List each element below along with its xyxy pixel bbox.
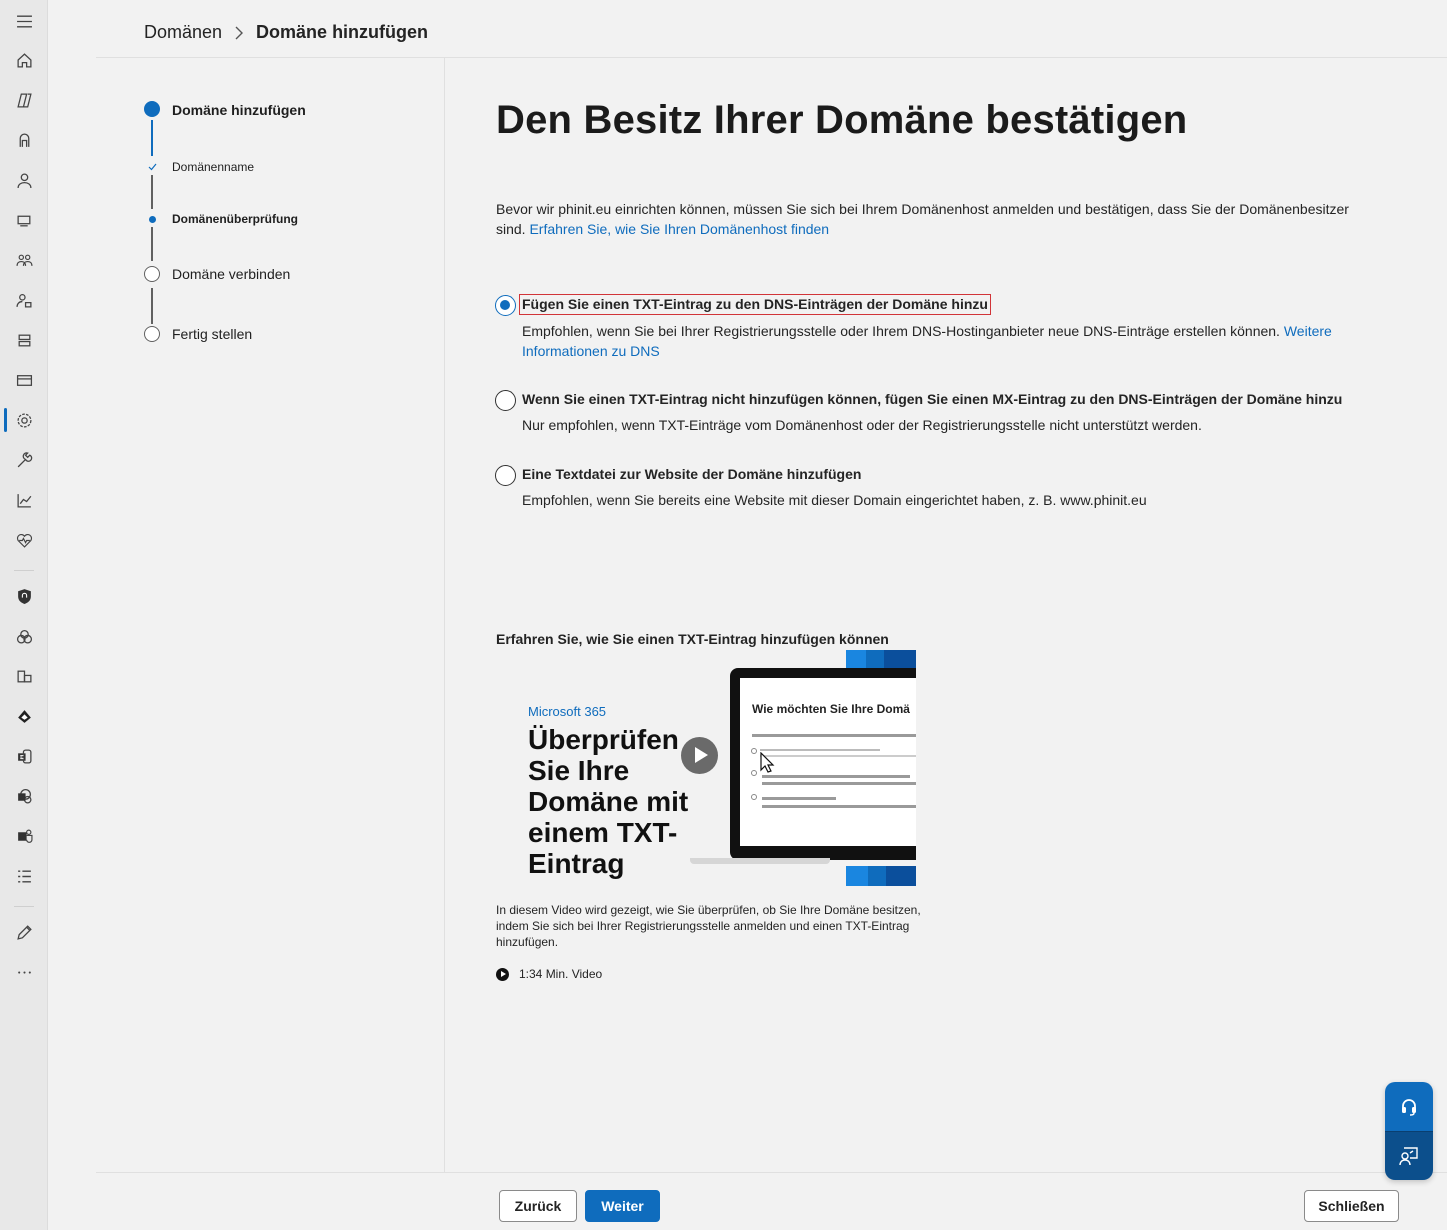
- find-domain-host-link[interactable]: Erfahren Sie, wie Sie Ihren Domänenhost …: [529, 221, 829, 237]
- endpoint-icon[interactable]: [12, 664, 36, 688]
- stepper-connector: [151, 120, 153, 156]
- rail-separator: [14, 570, 34, 571]
- devices-icon[interactable]: [12, 208, 36, 232]
- play-icon[interactable]: [681, 737, 718, 774]
- radio-txt-record[interactable]: [495, 295, 516, 316]
- option-title[interactable]: Wenn Sie einen TXT-Eintrag nicht hinzufü…: [522, 391, 1342, 407]
- setup-icon[interactable]: [12, 448, 36, 472]
- roles-icon[interactable]: [12, 288, 36, 312]
- step-pending-marker: [144, 326, 160, 342]
- groups-icon[interactable]: [12, 248, 36, 272]
- stepper-connector: [151, 227, 153, 261]
- video-heading: Erfahren Sie, wie Sie einen TXT-Eintrag …: [496, 631, 889, 647]
- video-description: In diesem Video wird gezeigt, wie Sie üb…: [496, 903, 921, 949]
- play-circle-icon: [496, 967, 509, 981]
- option-description: Nur empfohlen, wenn TXT-Einträge vom Dom…: [522, 417, 1202, 433]
- option-description: Empfohlen, wenn Sie bereits eine Website…: [522, 492, 1147, 508]
- radio-mx-record[interactable]: [495, 390, 516, 411]
- thumb-brand: Microsoft 365: [528, 704, 607, 719]
- checkmark-icon: [144, 159, 160, 175]
- azure-ad-icon[interactable]: [12, 704, 36, 728]
- back-button[interactable]: Zurück: [499, 1190, 577, 1222]
- thumb-decor-top: [846, 650, 916, 668]
- video-meta: 1:34 Min. Video: [496, 967, 602, 981]
- page-title: Den Besitz Ihrer Domäne bestätigen: [496, 98, 1188, 142]
- stepper-connector: [151, 175, 153, 209]
- video-duration: 1:34 Min. Video: [519, 967, 603, 981]
- resources-icon[interactable]: [12, 328, 36, 352]
- header-divider: [96, 57, 1447, 58]
- reports-icon[interactable]: [12, 488, 36, 512]
- step-current-marker: [144, 101, 160, 117]
- thumb-decor-bottom: [846, 866, 916, 886]
- health-icon[interactable]: [12, 528, 36, 552]
- exchange-icon[interactable]: [12, 744, 36, 768]
- menu-icon[interactable]: [12, 9, 36, 33]
- step-current-dot: [144, 211, 160, 227]
- breadcrumb-parent[interactable]: Domänen: [144, 22, 222, 43]
- compliance-icon[interactable]: [12, 624, 36, 648]
- option-title[interactable]: Eine Textdatei zur Website der Domäne hi…: [522, 466, 861, 482]
- cursor-icon: [760, 752, 775, 773]
- step-domain-add: Domäne hinzufügen: [144, 101, 306, 118]
- teams-icon[interactable]: [12, 824, 36, 848]
- step-label: Domäne hinzufügen: [172, 102, 306, 118]
- radio-text-file[interactable]: [495, 465, 516, 486]
- next-button[interactable]: Weiter: [585, 1190, 660, 1222]
- feedback-icon[interactable]: [1385, 1131, 1433, 1180]
- step-finish: Fertig stellen: [144, 326, 252, 342]
- security-icon[interactable]: [12, 584, 36, 608]
- home-icon[interactable]: [12, 48, 36, 72]
- billing-icon[interactable]: [12, 368, 36, 392]
- stepper-divider: [444, 58, 445, 1172]
- thumb-line: [752, 734, 916, 737]
- stepper-connector: [151, 288, 153, 324]
- step-label: Domänenüberprüfung: [172, 212, 298, 226]
- close-button[interactable]: Schließen: [1304, 1190, 1399, 1222]
- step-domain-name: Domänenname: [144, 159, 254, 175]
- option-desc-text: Empfohlen, wenn Sie bei Ihrer Registrier…: [522, 323, 1280, 339]
- all-admin-centers-icon[interactable]: [12, 864, 36, 888]
- step-domain-verification: Domänenüberprüfung: [144, 211, 298, 227]
- intro-text: Bevor wir phinit.eu einrichten können, m…: [496, 199, 1356, 239]
- thumb-screen-title: Wie möchten Sie Ihre Domä: [752, 702, 910, 716]
- sharepoint-icon[interactable]: [12, 784, 36, 808]
- step-label: Fertig stellen: [172, 326, 253, 342]
- customize-icon[interactable]: [12, 920, 36, 944]
- step-domain-connect: Domäne verbinden: [144, 266, 290, 282]
- breadcrumb-current: Domäne hinzufügen: [256, 22, 429, 42]
- thumb-laptop-base: [690, 858, 830, 864]
- step-pending-marker: [144, 266, 160, 282]
- thumb-screen: Wie möchten Sie Ihre Domä: [740, 678, 916, 846]
- help-widget: [1385, 1082, 1433, 1180]
- option-title[interactable]: Fügen Sie einen TXT-Eintrag zu den DNS-E…: [519, 294, 991, 315]
- video-thumbnail[interactable]: Microsoft 365 Überprüfen Sie Ihre Domäne…: [496, 650, 916, 886]
- app-rail: [0, 0, 48, 1230]
- more-icon[interactable]: [12, 960, 36, 984]
- thumb-laptop: Wie möchten Sie Ihre Domä: [730, 668, 916, 860]
- breadcrumb: Domänen Domäne hinzufügen: [144, 22, 428, 43]
- copilot-app-icon[interactable]: [12, 128, 36, 152]
- user-icon[interactable]: [12, 168, 36, 192]
- step-label: Domänenname: [172, 160, 255, 174]
- settings-icon[interactable]: [12, 408, 36, 432]
- chevron-right-icon: [234, 26, 244, 40]
- headset-icon[interactable]: [1385, 1082, 1433, 1131]
- rail-active-indicator: [4, 408, 7, 432]
- footer-divider: [96, 1172, 1447, 1173]
- step-label: Domäne verbinden: [172, 266, 291, 282]
- rail-separator: [14, 906, 34, 907]
- copilot-icon[interactable]: [12, 88, 36, 112]
- option-description: Empfohlen, wenn Sie bei Ihrer Registrier…: [522, 321, 1342, 361]
